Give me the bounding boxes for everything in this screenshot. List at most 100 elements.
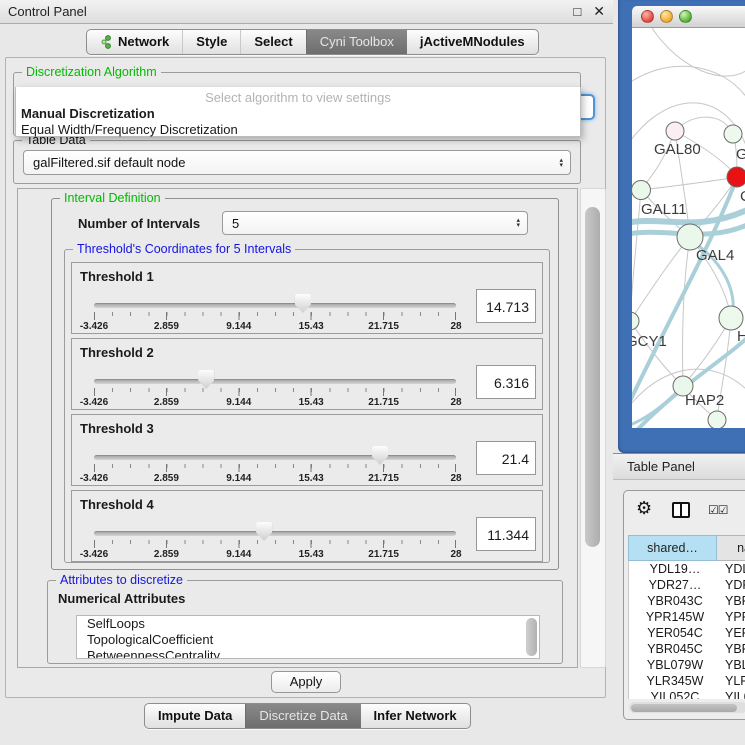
tick-label: 21.715 — [368, 549, 399, 560]
network-graph: GAL80 GA C GAL11 GAL4 GCY1 H HAP2 — [632, 28, 745, 428]
tick-label: 21.715 — [368, 473, 399, 484]
bottom-tab-bar: Impute Data Discretize Data Infer Networ… — [144, 703, 471, 729]
number-of-intervals-value: 5 — [232, 216, 239, 231]
tab-select[interactable]: Select — [240, 30, 305, 54]
node-right-mid[interactable] — [719, 306, 743, 330]
attributes-group: Attributes to discretize Numerical Attri… — [47, 580, 563, 664]
threshold-1-value-field[interactable]: 14.713 — [476, 289, 536, 323]
node-gal11[interactable] — [632, 181, 651, 200]
tab-select-label: Select — [254, 34, 292, 49]
close-traffic-light[interactable] — [641, 10, 654, 23]
list-scrollbar[interactable] — [526, 618, 537, 656]
scrollbar-thumb[interactable] — [585, 207, 600, 547]
tab-network-label: Network — [118, 34, 169, 49]
node-label: GA — [736, 146, 745, 163]
table-row[interactable]: YDR27…YDR2 — [629, 577, 745, 593]
table-data-combo[interactable]: galFiltered.sif default node ▴▾ — [23, 150, 571, 175]
threshold-3-slider[interactable]: -3.426 2.859 9.144 15.43 21.715 28 — [94, 415, 456, 487]
slider-tick-labels: -3.426 2.859 9.144 15.43 21.715 28 — [94, 473, 456, 485]
combo-stepper-icon: ▴▾ — [559, 158, 563, 168]
cell: YBR0 — [721, 641, 745, 657]
slider-thumb[interactable] — [256, 522, 272, 541]
threshold-2-value-field[interactable]: 6.316 — [476, 365, 536, 399]
cell: YPR1 — [721, 609, 745, 625]
slider-track[interactable] — [94, 531, 456, 536]
minimize-traffic-light[interactable] — [660, 10, 673, 23]
slider-track[interactable] — [94, 379, 456, 384]
slider-tick-labels: -3.426 2.859 9.144 15.43 21.715 28 — [94, 549, 456, 561]
column-header-name[interactable]: na — [717, 535, 745, 561]
slider-thumb[interactable] — [372, 446, 388, 465]
attributes-group-title: Attributes to discretize — [56, 573, 187, 587]
float-window-icon[interactable]: □ — [573, 4, 581, 19]
settings-scroll-area: Interval Definition Number of Intervals … — [17, 188, 578, 668]
slider-track[interactable] — [94, 303, 456, 308]
threshold-2-slider[interactable]: -3.426 2.859 9.144 15.43 21.715 28 — [94, 339, 456, 411]
list-item[interactable]: SelfLoops — [77, 616, 539, 632]
node-gcy1[interactable] — [632, 312, 639, 330]
algorithm-option-manual[interactable]: Manual Discretization — [21, 106, 155, 121]
cell: YDL1 — [721, 561, 745, 577]
slider-track[interactable] — [94, 455, 456, 460]
number-of-intervals-combo[interactable]: 5 ▴▾ — [222, 211, 528, 235]
column-header-shared-name[interactable]: shared… — [628, 535, 717, 561]
close-icon[interactable]: ✕ — [593, 3, 605, 20]
zoom-traffic-light[interactable] — [679, 10, 692, 23]
cell: YER0 — [721, 625, 745, 641]
table-row[interactable]: YIL052CYIL0 — [629, 689, 745, 699]
cell: YER054C — [629, 625, 721, 641]
network-window: GAL80 GA C GAL11 GAL4 GCY1 H HAP2 — [618, 0, 745, 453]
slider-thumb[interactable] — [295, 294, 311, 313]
network-canvas[interactable]: GAL80 GA C GAL11 GAL4 GCY1 H HAP2 — [632, 28, 745, 428]
table-row[interactable]: YLR345WYLR3 — [629, 673, 745, 689]
threshold-3-value-field[interactable]: 21.4 — [476, 441, 536, 475]
table-row[interactable]: YDL19…YDL1 — [629, 561, 745, 577]
table-horizontal-scrollbar[interactable] — [629, 702, 745, 713]
threshold-4-slider[interactable]: -3.426 2.859 9.144 15.43 21.715 28 — [94, 491, 456, 563]
right-pane: GAL80 GA C GAL11 GAL4 GCY1 H HAP2 Table … — [613, 0, 745, 745]
settings-vertical-scrollbar[interactable] — [580, 188, 606, 668]
table-row[interactable]: YER054CYER0 — [629, 625, 745, 641]
node-selected-red[interactable] — [727, 167, 745, 187]
table-row[interactable]: YBL079WYBL0 — [629, 657, 745, 673]
tab-style[interactable]: Style — [182, 30, 240, 54]
tab-jactivemnodules[interactable]: jActiveMNodules — [407, 30, 538, 54]
tick-label: 9.144 — [226, 397, 251, 408]
tab-discretize-data[interactable]: Discretize Data — [245, 704, 360, 728]
tab-impute-data[interactable]: Impute Data — [145, 704, 245, 728]
tab-infer-network[interactable]: Infer Network — [361, 704, 470, 728]
cell: YLR3 — [721, 673, 745, 689]
slider-tick-labels: -3.426 2.859 9.144 15.43 21.715 28 — [94, 321, 456, 333]
slider-major-ticks — [94, 540, 456, 548]
tab-network[interactable]: Network — [87, 30, 182, 54]
node-label: GAL80 — [654, 141, 701, 158]
tab-jactivemnodules-label: jActiveMNodules — [420, 34, 525, 49]
node-top-right[interactable] — [724, 125, 742, 143]
node-label: H — [737, 328, 745, 345]
control-panel-titlebar: Control Panel □ ✕ — [0, 0, 613, 24]
table-row[interactable]: YPR145WYPR1 — [629, 609, 745, 625]
select-all-checkboxes-icon[interactable]: ☑☑ — [708, 503, 728, 517]
node-bottom-partial[interactable] — [708, 411, 726, 428]
table-row[interactable]: YBR043CYBR0 — [629, 593, 745, 609]
scrollbar-thumb[interactable] — [631, 704, 737, 712]
tick-label: 9.144 — [226, 321, 251, 332]
algorithm-option-equal-width[interactable]: Equal Width/Frequency Discretization — [21, 122, 238, 137]
tick-label: -3.426 — [80, 321, 108, 332]
threshold-4-value-field[interactable]: 11.344 — [476, 517, 536, 551]
tab-infer-network-label: Infer Network — [374, 708, 457, 723]
slider-thumb[interactable] — [198, 370, 214, 389]
thresholds-group-title: Threshold's Coordinates for 5 Intervals — [73, 242, 295, 256]
gear-icon[interactable]: ⚙ — [636, 498, 652, 519]
node-gal80[interactable] — [666, 122, 684, 140]
node-label: C — [740, 188, 745, 205]
tick-label: 21.715 — [368, 397, 399, 408]
table-row[interactable]: YBR045CYBR0 — [629, 641, 745, 657]
threshold-1-slider[interactable]: -3.426 2.859 9.144 15.43 21.715 28 — [94, 263, 456, 335]
list-item[interactable]: TopologicalCoefficient — [77, 632, 539, 648]
tab-cyni-toolbox[interactable]: Cyni Toolbox — [306, 30, 407, 54]
columns-icon[interactable] — [672, 502, 690, 518]
interval-definition-title: Interval Definition — [60, 191, 165, 205]
apply-button[interactable]: Apply — [271, 671, 341, 693]
list-item[interactable]: BetweennessCentrality — [77, 648, 539, 659]
